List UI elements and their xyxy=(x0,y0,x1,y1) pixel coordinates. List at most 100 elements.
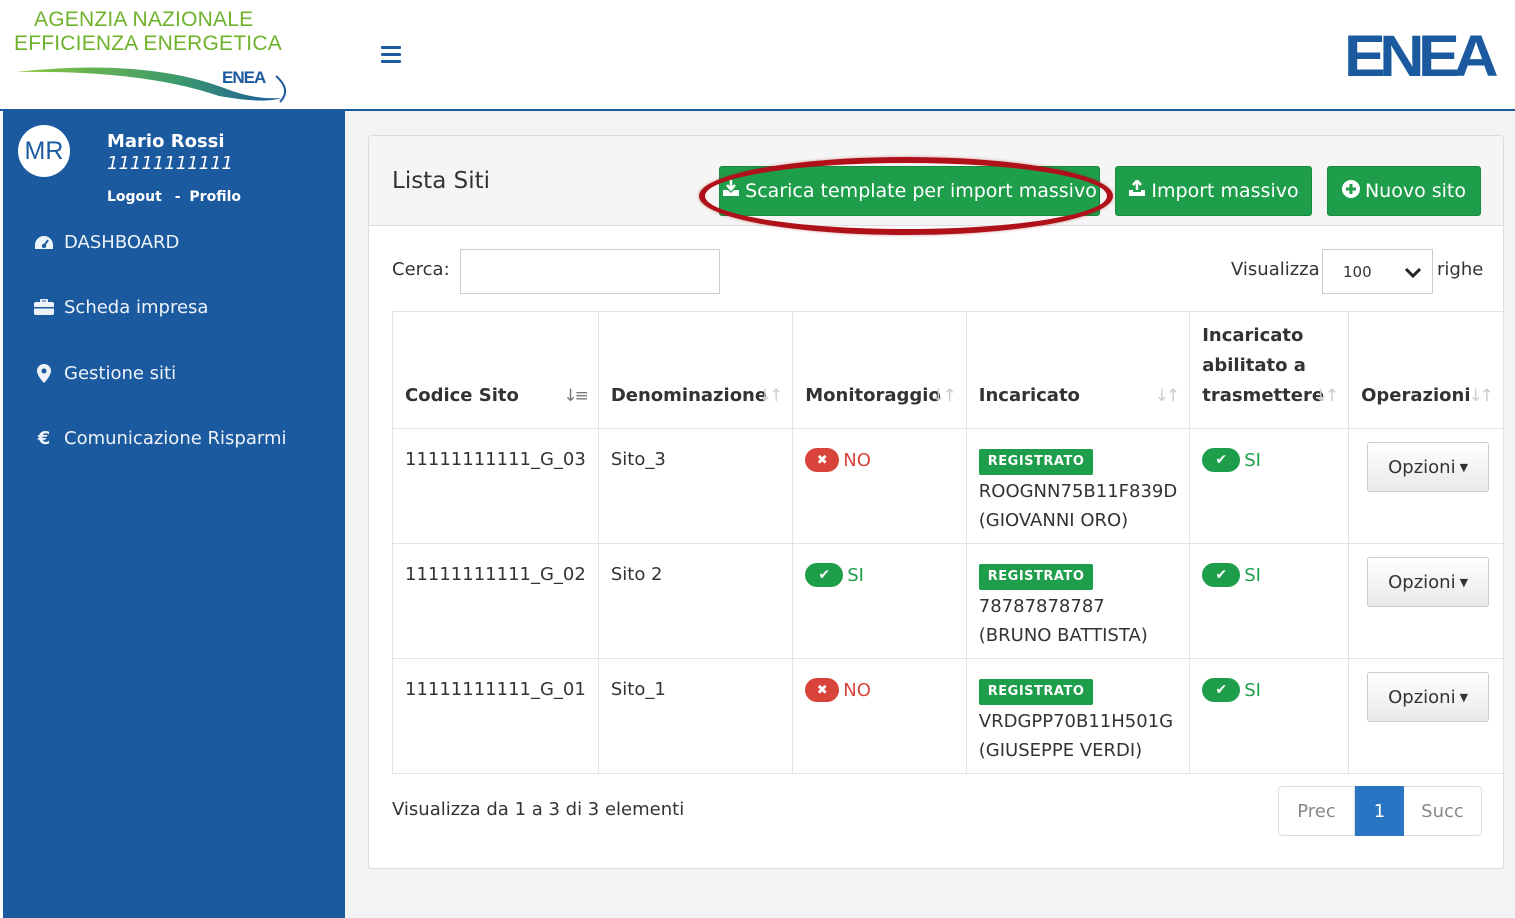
column-header-incaricato[interactable]: Incaricato ↓↑ xyxy=(965,311,1191,429)
agency-name-line1: AGENZIA NAZIONALE xyxy=(34,8,254,31)
check-icon: ✔ xyxy=(1202,678,1241,702)
cell-incaricato: REGISTRATO 78787878787 (BRUNO BATTISTA) xyxy=(965,543,1191,659)
top-header: AGENZIA NAZIONALE EFFICIENZA ENERGETICA … xyxy=(0,0,1515,111)
cell-codice: 11111111111_G_02 xyxy=(392,543,599,659)
cell-operazioni: Opzioni ▼ xyxy=(1348,543,1504,659)
table-info: Visualizza da 1 a 3 di 3 elementi xyxy=(392,799,685,820)
cell-incaricato: REGISTRATO VRDGPP70B11H501G (GIUSEPPE VE… xyxy=(965,658,1191,774)
status-badge: REGISTRATO xyxy=(978,679,1094,705)
sidebar-item-label: Scheda impresa xyxy=(64,297,209,318)
caret-down-icon: ▼ xyxy=(1459,460,1469,474)
status-badge: REGISTRATO xyxy=(978,449,1094,475)
avatar[interactable]: MR xyxy=(18,125,70,177)
sites-table: Codice Sito ↓≡ Denominazione ↓↑ Monitoragg… xyxy=(392,311,1504,774)
agency-name-line2: EFFICIENZA ENERGETICA xyxy=(14,32,282,55)
new-site-button[interactable]: Nuovo sito xyxy=(1327,166,1481,216)
cell-monitoraggio: ✖ NO xyxy=(792,658,967,774)
user-links: Logout - Profilo xyxy=(107,189,241,205)
caret-down-icon: ▼ xyxy=(1459,575,1469,589)
sidebar-item-scheda-impresa[interactable]: Scheda impresa xyxy=(33,297,208,318)
chevron-down-icon xyxy=(1404,260,1422,284)
sidebar-item-gestione-siti[interactable]: Gestione siti xyxy=(33,363,176,384)
cell-denominazione: Sito_1 xyxy=(597,658,794,774)
agency-logo[interactable]: AGENZIA NAZIONALE EFFICIENZA ENERGETICA … xyxy=(14,8,304,106)
abilitato-value: SI xyxy=(1244,449,1261,471)
download-template-button[interactable]: Scarica template per import massivo xyxy=(719,166,1100,216)
options-dropdown-button[interactable]: Opzioni ▼ xyxy=(1367,442,1490,492)
table-header-row: Codice Sito ↓≡ Denominazione ↓↑ Monitoragg… xyxy=(392,311,1504,429)
sidebar-item-comunicazione-risparmi[interactable]: € Comunicazione Risparmi xyxy=(33,428,287,449)
user-name: Mario Rossi xyxy=(107,131,225,152)
sidebar-item-label: DASHBOARD xyxy=(64,232,180,253)
cell-operazioni: Opzioni ▼ xyxy=(1348,658,1504,774)
check-icon: ✔ xyxy=(1202,563,1241,587)
caret-down-icon: ▼ xyxy=(1459,690,1469,704)
pagination-current-page[interactable]: 1 xyxy=(1355,786,1404,836)
euro-icon: € xyxy=(37,428,51,449)
pagination-prev[interactable]: Prec xyxy=(1278,786,1355,836)
show-label: Visualizza xyxy=(1231,259,1320,280)
cell-monitoraggio: ✔ SI xyxy=(792,543,967,659)
monitoraggio-value: NO xyxy=(843,449,871,471)
monitoraggio-value: NO xyxy=(843,679,871,701)
menu-toggle-icon[interactable] xyxy=(381,46,401,64)
pagination-next[interactable]: Succ xyxy=(1404,786,1482,836)
new-site-label: Nuovo sito xyxy=(1364,180,1467,202)
sort-icon: ↓↑ xyxy=(931,386,956,406)
options-dropdown-button[interactable]: Opzioni ▼ xyxy=(1367,557,1490,607)
upload-icon xyxy=(1128,178,1146,202)
status-badge: REGISTRATO xyxy=(978,564,1094,590)
cell-monitoraggio: ✖ NO xyxy=(792,428,967,544)
x-icon: ✖ xyxy=(805,448,840,472)
check-icon: ✔ xyxy=(1202,448,1241,472)
sidebar: MR Mario Rossi 11111111111 Logout - Prof… xyxy=(3,111,345,918)
panel-header: Lista Siti Scarica template per import m… xyxy=(369,136,1503,235)
sort-icon: ↓↑ xyxy=(1154,386,1180,406)
briefcase-icon xyxy=(33,299,55,316)
sort-icon: ↓↑ xyxy=(757,386,783,406)
dashboard-icon xyxy=(33,234,55,252)
page-title: Lista Siti xyxy=(392,168,491,194)
column-header-abilitato[interactable]: Incaricato abilitato a trasmettere ↓↑ xyxy=(1189,311,1350,429)
rows-per-page-select[interactable]: 100 xyxy=(1322,249,1433,294)
cell-denominazione: Sito_3 xyxy=(597,428,794,544)
options-dropdown-button[interactable]: Opzioni ▼ xyxy=(1367,672,1490,722)
download-icon xyxy=(722,180,740,202)
abilitato-value: SI xyxy=(1244,679,1261,701)
plus-circle-icon xyxy=(1341,179,1360,203)
abilitato-value: SI xyxy=(1244,564,1261,586)
sidebar-item-label: Comunicazione Risparmi xyxy=(64,428,287,449)
column-header-operazioni[interactable]: Operazioni ↓↑ xyxy=(1348,311,1504,429)
cell-codice: 11111111111_G_01 xyxy=(392,658,599,774)
cell-denominazione: Sito 2 xyxy=(597,543,794,659)
download-template-label: Scarica template per import massivo xyxy=(745,180,1097,202)
rows-per-page-value: 100 xyxy=(1343,262,1372,281)
column-header-monitoraggio[interactable]: Monitoraggio ↓↑ xyxy=(792,311,967,429)
column-header-codice-sito[interactable]: Codice Sito ↓≡ xyxy=(392,311,599,429)
link-separator: - xyxy=(174,189,181,205)
sort-icon: ↓↑ xyxy=(1468,386,1494,406)
sort-desc-icon: ↓≡ xyxy=(563,386,588,406)
incaricato-name: (GIUSEPPE VERDI) xyxy=(978,740,1143,761)
column-header-denominazione[interactable]: Denominazione ↓↑ xyxy=(597,311,794,429)
sidebar-item-dashboard[interactable]: DASHBOARD xyxy=(33,232,179,253)
sort-icon: ↓↑ xyxy=(1313,386,1339,406)
cell-operazioni: Opzioni ▼ xyxy=(1348,428,1504,544)
logout-link[interactable]: Logout xyxy=(107,189,162,205)
sites-panel: Lista Siti Scarica template per import m… xyxy=(368,135,1504,869)
table-row: 11111111111_G_02 Sito 2 ✔ SI REGISTRATO 7… xyxy=(392,543,1504,659)
cell-abilitato: ✔ SI xyxy=(1189,543,1350,659)
import-label: Import massivo xyxy=(1151,180,1299,202)
profile-link[interactable]: Profilo xyxy=(189,189,241,205)
incaricato-code: 78787878787 xyxy=(978,596,1105,617)
import-button[interactable]: Import massivo xyxy=(1115,166,1312,216)
enea-logo: ENEA xyxy=(1344,24,1499,89)
pagination: Prec 1 Succ xyxy=(1278,786,1482,836)
user-code: 11111111111 xyxy=(107,153,233,174)
table-row: 11111111111_G_03 Sito_3 ✖ NO REGISTRATO R… xyxy=(392,428,1504,544)
incaricato-name: (BRUNO BATTISTA) xyxy=(978,625,1148,646)
search-input[interactable] xyxy=(460,249,720,294)
cell-codice: 11111111111_G_03 xyxy=(392,428,599,544)
sidebar-item-label: Gestione siti xyxy=(64,363,177,384)
rows-label: righe xyxy=(1437,259,1484,280)
